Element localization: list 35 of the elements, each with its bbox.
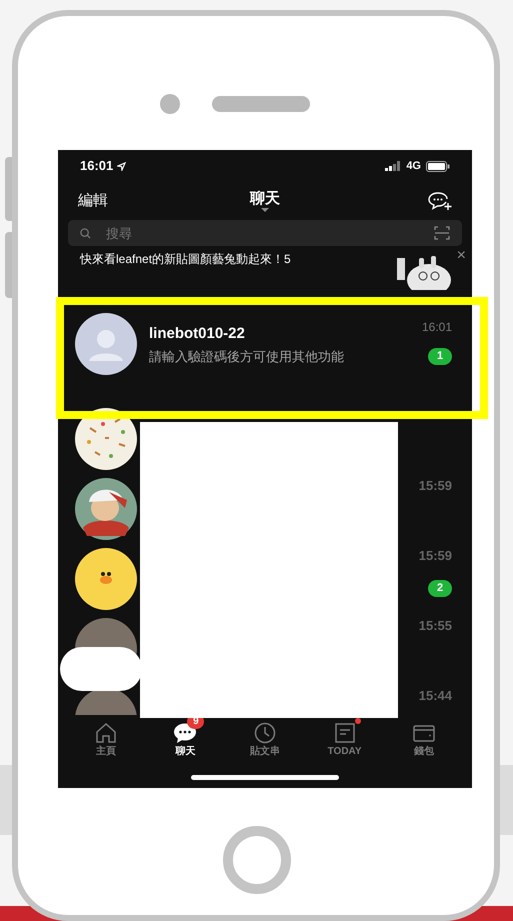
chat-name: linebot010-22 bbox=[149, 324, 246, 344]
network-label: 4G bbox=[406, 158, 421, 174]
avatar-icon bbox=[75, 408, 137, 470]
avatar-icon bbox=[75, 313, 137, 375]
tab[interactable]: 主頁 bbox=[66, 721, 146, 758]
document-icon bbox=[332, 721, 357, 745]
status-time: 16:01 bbox=[80, 157, 114, 176]
edit-link[interactable]: 編輯 bbox=[78, 190, 138, 212]
chat-time: 15:44 bbox=[418, 687, 452, 705]
battery-icon bbox=[426, 160, 450, 172]
scan-icon[interactable] bbox=[434, 226, 450, 240]
chat-time: 15:55 bbox=[418, 617, 452, 635]
signal-icon bbox=[385, 161, 402, 171]
avatar-icon bbox=[75, 548, 137, 610]
search-field[interactable]: 搜尋 bbox=[68, 220, 462, 246]
location-icon bbox=[117, 162, 126, 170]
speaker-icon bbox=[212, 96, 310, 112]
new-chat-icon[interactable] bbox=[428, 191, 452, 211]
tab[interactable]: 貼文串 bbox=[225, 721, 305, 758]
header-title[interactable]: 聊天 bbox=[250, 190, 280, 208]
chat-time: 15:59 bbox=[418, 547, 452, 565]
caret-icon bbox=[261, 208, 269, 212]
avatar-icon bbox=[75, 478, 137, 540]
chat-message: 請輸入驗證碼後方可使用其他功能 bbox=[149, 348, 345, 365]
search-icon bbox=[80, 228, 91, 239]
close-button[interactable]: × bbox=[456, 248, 466, 264]
unread-badge: 2 bbox=[428, 580, 452, 596]
chat-time: 15:59 bbox=[418, 477, 452, 495]
tab[interactable]: TODAY bbox=[304, 721, 384, 758]
unread-badge: 1 bbox=[428, 348, 452, 365]
home-icon bbox=[94, 721, 118, 745]
chat-time: 16:01 bbox=[422, 319, 452, 336]
banner-text[interactable]: 快來看leafnet的新貼圖顏藝兔動起來！5 bbox=[80, 252, 308, 267]
tab[interactable]: 錢包 bbox=[384, 721, 464, 758]
clock-icon bbox=[252, 721, 277, 745]
